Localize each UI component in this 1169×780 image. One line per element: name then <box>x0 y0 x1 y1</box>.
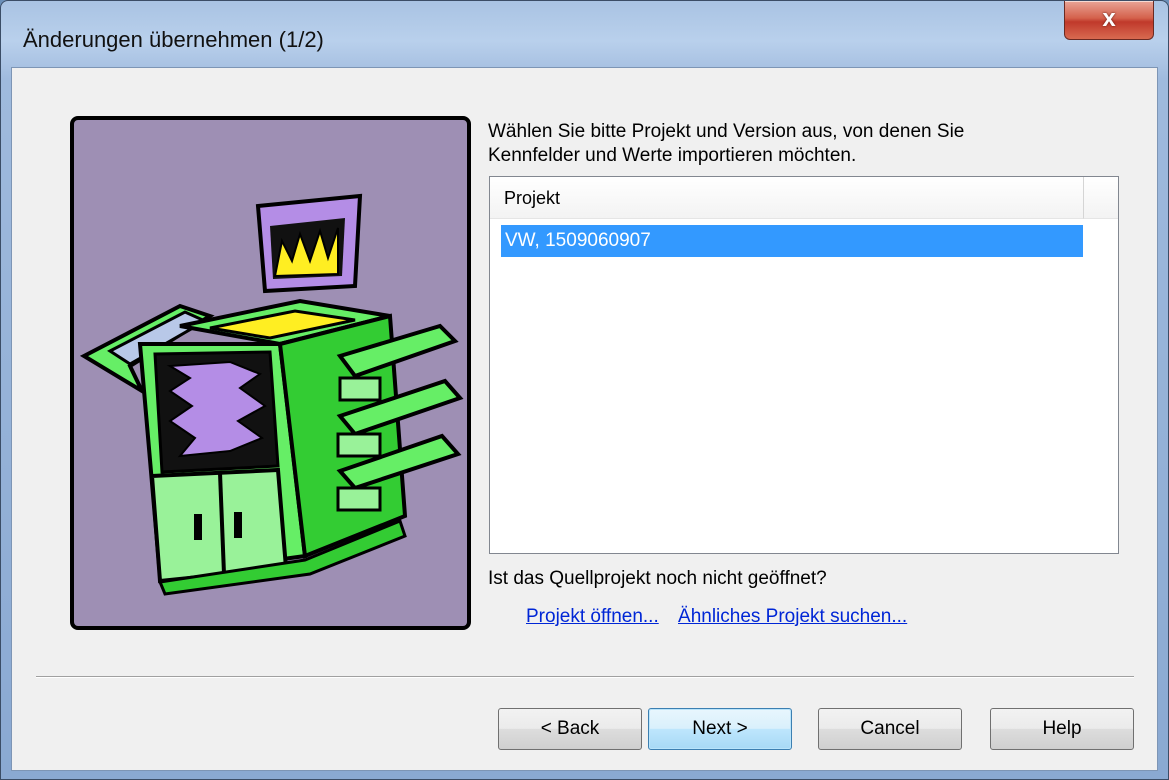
dialog-window: Änderungen übernehmen (1/2) x Wählen Sie… <box>0 0 1169 780</box>
close-button[interactable]: x <box>1064 1 1154 40</box>
next-button[interactable]: Next > <box>648 708 792 750</box>
open-project-link[interactable]: Projekt öffnen... <box>526 606 659 627</box>
column-header-label: Projekt <box>504 188 561 208</box>
separator <box>36 676 1134 678</box>
list-item-label: VW, 1509060907 <box>505 230 651 251</box>
printer-illustration <box>70 116 471 630</box>
project-list[interactable]: Projekt VW, 1509060907 <box>489 176 1119 554</box>
project-links: Projekt öffnen... Ähnliches Projekt such… <box>526 606 921 628</box>
find-similar-project-link[interactable]: Ähnliches Projekt suchen... <box>678 606 907 627</box>
help-button[interactable]: Help <box>990 708 1134 750</box>
column-header-filler <box>1084 177 1118 219</box>
close-icon: x <box>1102 5 1116 32</box>
column-header-project[interactable]: Projekt <box>490 177 1084 219</box>
list-item[interactable]: VW, 1509060907 <box>501 225 1083 257</box>
title-bar[interactable]: Änderungen übernehmen (1/2) x <box>1 1 1168 67</box>
window-title: Änderungen übernehmen (1/2) <box>23 27 324 52</box>
dialog-body: Wählen Sie bitte Projekt und Version aus… <box>11 67 1158 771</box>
cancel-button[interactable]: Cancel <box>818 708 962 750</box>
source-project-question: Ist das Quellprojekt noch nicht geöffnet… <box>488 568 827 589</box>
back-button[interactable]: < Back <box>498 708 642 750</box>
instruction-text: Wählen Sie bitte Projekt und Version aus… <box>488 121 965 166</box>
